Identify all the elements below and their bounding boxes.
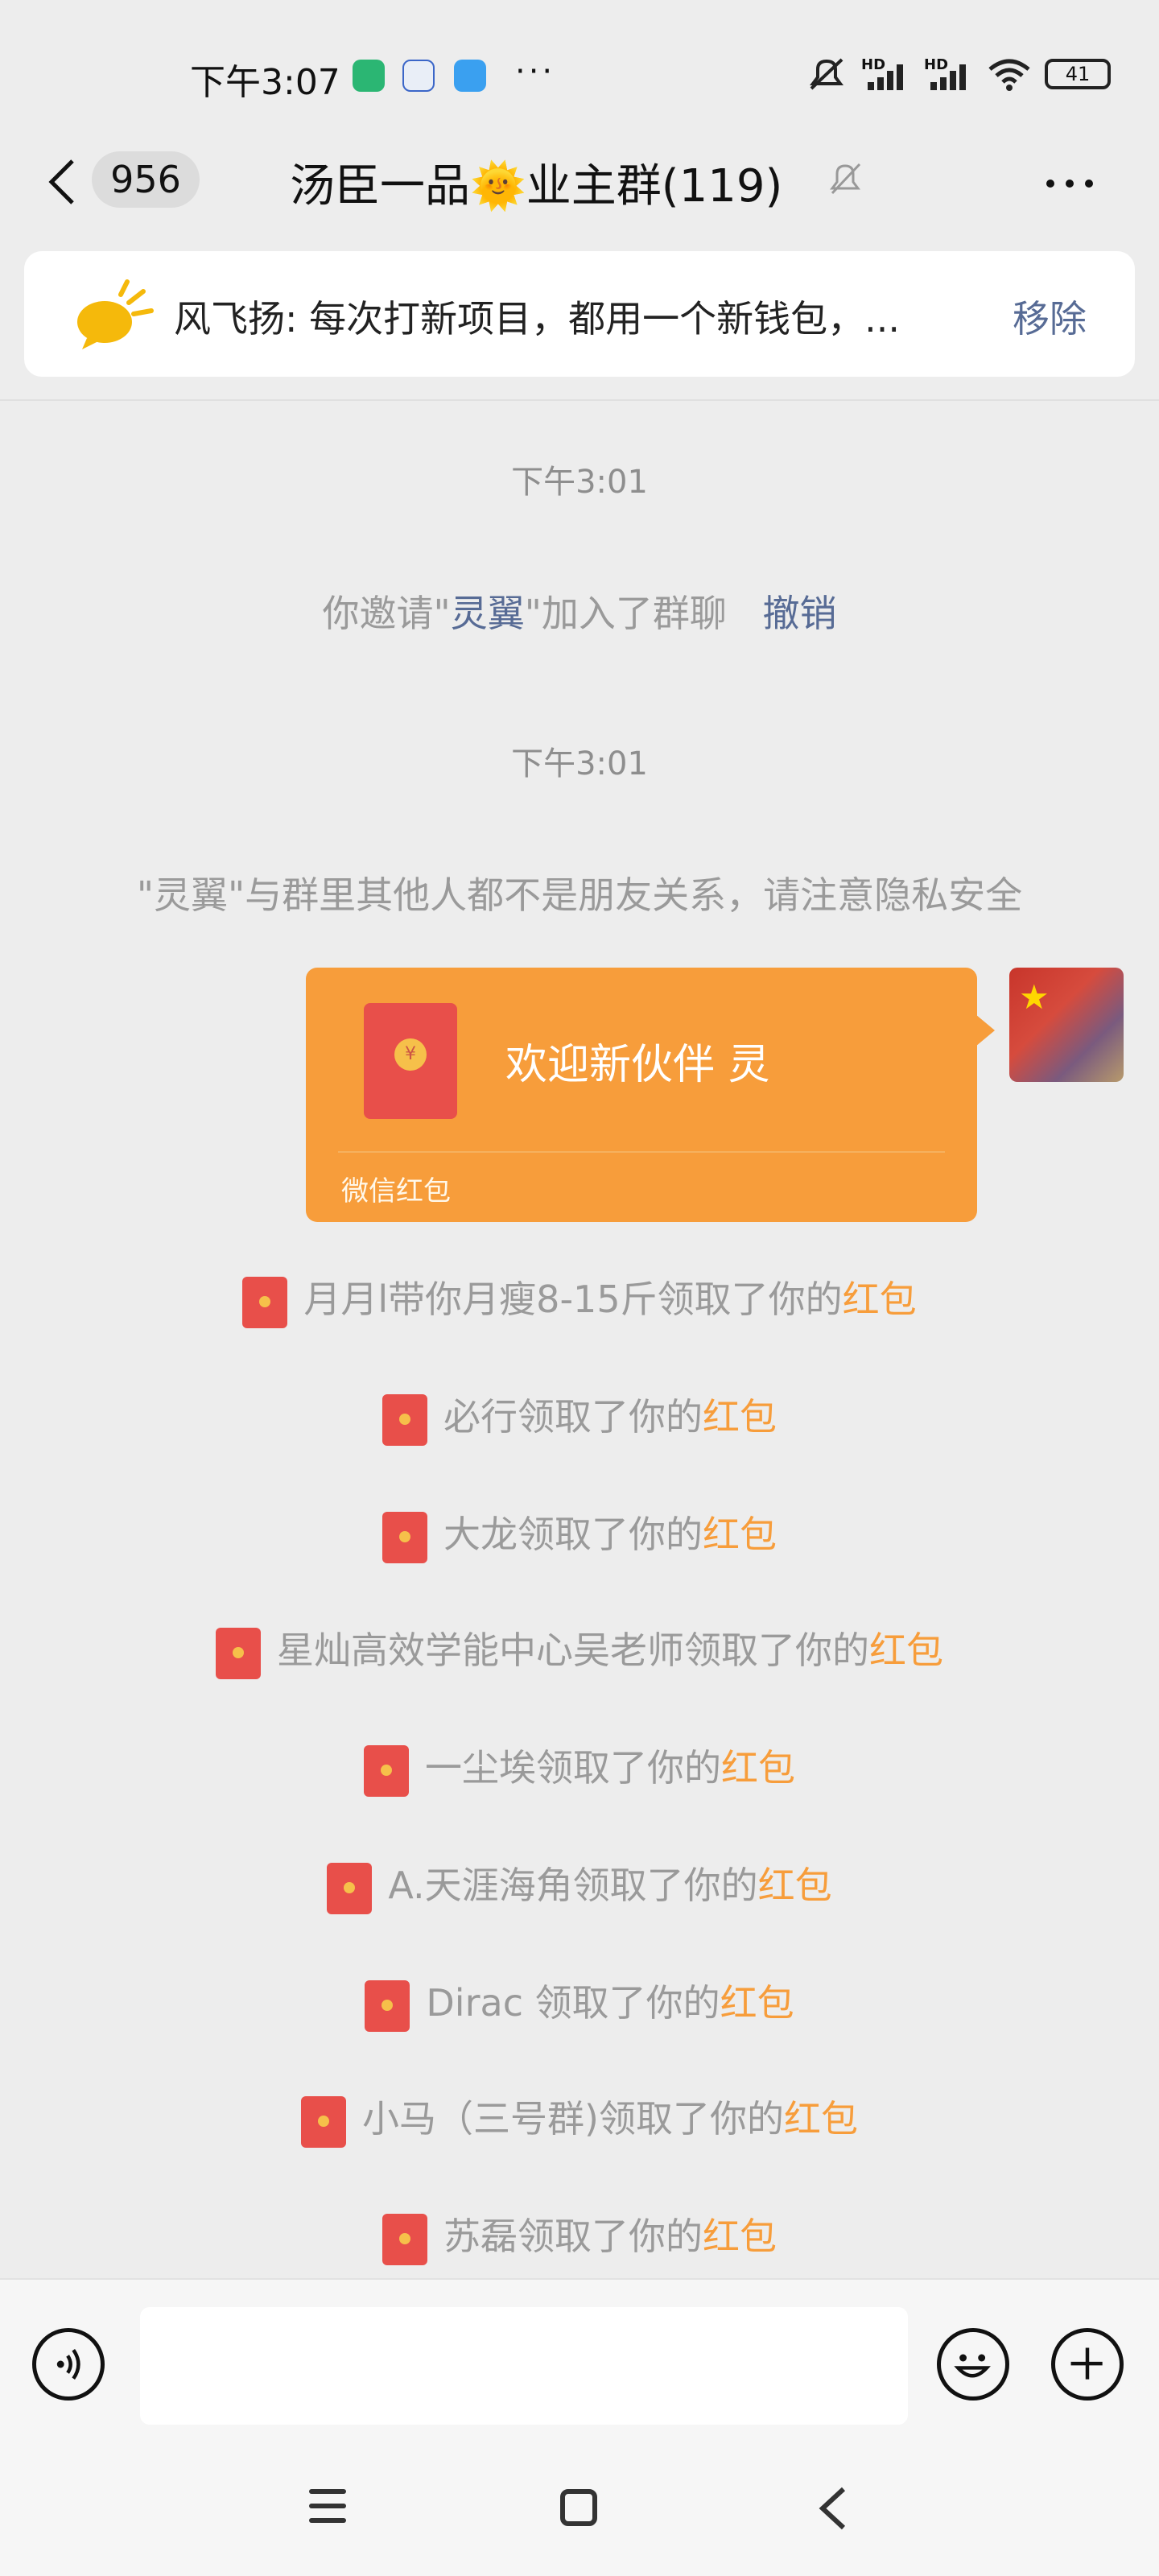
claimer-name: 一尘埃 bbox=[425, 1746, 536, 1790]
wifi-icon bbox=[988, 59, 1030, 91]
shield-app-icon bbox=[353, 60, 385, 92]
mute-bell-icon bbox=[830, 163, 861, 195]
red-packet-footer: 微信红包 bbox=[341, 1175, 451, 1208]
status-bar: 下午3:07 ··· HD HD 41 bbox=[0, 0, 1159, 145]
list-item: 星灿高效学能中心吴老师领取了你的红包 bbox=[0, 1621, 1159, 1679]
claimer-name: Dirac bbox=[426, 1981, 535, 2025]
invite-prefix: 你邀请" bbox=[322, 592, 451, 635]
red-packet-icon bbox=[382, 1393, 427, 1446]
system-nav-bar bbox=[0, 2447, 1159, 2576]
red-packet-link[interactable]: 红包 bbox=[869, 1629, 943, 1672]
red-packet-link[interactable]: 红包 bbox=[703, 1513, 777, 1556]
coin-icon: ¥ bbox=[394, 1038, 427, 1071]
paw-app-icon bbox=[402, 60, 435, 92]
red-packet-link[interactable]: 红包 bbox=[703, 1395, 777, 1439]
claim-text: 领取了你的 bbox=[598, 2097, 784, 2140]
unread-count-badge[interactable]: 956 bbox=[92, 151, 200, 208]
list-item: 一尘埃领取了你的红包 bbox=[0, 1739, 1159, 1797]
red-packet-link[interactable]: 红包 bbox=[720, 1981, 794, 2025]
red-packet-icon bbox=[365, 1979, 410, 2032]
status-time: 下午3:07 bbox=[190, 62, 340, 103]
voice-icon[interactable] bbox=[32, 2328, 105, 2401]
claim-text: 领取了你的 bbox=[536, 1746, 721, 1790]
divider bbox=[0, 399, 1159, 401]
avatar[interactable]: ★ bbox=[1009, 968, 1124, 1082]
signal-icon-2: HD bbox=[924, 56, 974, 92]
red-packet-link[interactable]: 红包 bbox=[721, 1746, 795, 1790]
status-more-icon: ··· bbox=[515, 53, 556, 90]
nav-back-icon[interactable] bbox=[813, 2484, 853, 2533]
list-item: A.天涯海角领取了你的红包 bbox=[0, 1856, 1159, 1914]
red-packet-link[interactable]: 红包 bbox=[703, 2215, 777, 2258]
claimer-name: 大龙 bbox=[443, 1513, 518, 1556]
notice-text: 风飞扬: 每次打新项目，都用一个新钱包，... bbox=[174, 297, 900, 341]
pinned-notice[interactable]: 风飞扬: 每次打新项目，都用一个新钱包，... 移除 bbox=[24, 251, 1135, 377]
red-packet-icon bbox=[364, 1744, 409, 1797]
claimer-name: 必行 bbox=[443, 1395, 518, 1439]
red-packet-link[interactable]: 红包 bbox=[843, 1278, 917, 1321]
red-packet-icon: ¥ bbox=[364, 1003, 457, 1119]
nav-home-icon[interactable] bbox=[560, 2489, 597, 2526]
invite-system-message: 你邀请"灵翼"加入了群聊 撤销 bbox=[0, 584, 1159, 638]
red-packet-icon bbox=[327, 1862, 373, 1914]
claimer-name: 月月l带你月瘦8-15斤 bbox=[303, 1278, 658, 1321]
list-item: 必行领取了你的红包 bbox=[0, 1388, 1159, 1446]
cloud-app-icon bbox=[454, 60, 486, 92]
invite-suffix: "加入了群聊 bbox=[524, 592, 727, 635]
list-item: 小马（三号群)领取了你的红包 bbox=[0, 2090, 1159, 2148]
list-item: 苏磊领取了你的红包 bbox=[0, 2207, 1159, 2265]
red-packet-icon bbox=[216, 1627, 261, 1679]
system-icons: HD HD 41 bbox=[805, 56, 1111, 92]
privacy-system-message: "灵翼"与群里其他人都不是朋友关系，请注意隐私安全 bbox=[136, 873, 1023, 917]
claimer-name: A.天涯海角 bbox=[388, 1864, 573, 1907]
system-timestamp: 下午3:01 bbox=[511, 464, 648, 501]
claimer-name: 星灿高效学能中心吴老师 bbox=[277, 1629, 684, 1672]
red-packet-link[interactable]: 红包 bbox=[784, 2097, 858, 2140]
invite-undo-link[interactable]: 撤销 bbox=[762, 592, 836, 635]
list-item: 月月l带你月瘦8-15斤领取了你的红包 bbox=[0, 1270, 1159, 1328]
claim-text: 领取了你的 bbox=[518, 1395, 703, 1439]
plus-icon[interactable] bbox=[1051, 2328, 1124, 2401]
claim-text: 领取了你的 bbox=[518, 1513, 703, 1556]
list-item: 大龙领取了你的红包 bbox=[0, 1505, 1159, 1563]
system-timestamp: 下午3:01 bbox=[511, 745, 648, 782]
claim-text: 领取了你的 bbox=[684, 1629, 869, 1672]
red-packet-link[interactable]: 红包 bbox=[758, 1864, 832, 1907]
chat-title: 汤臣一品🌞业主群(119) bbox=[290, 160, 783, 213]
nav-menu-icon[interactable] bbox=[309, 2489, 346, 2533]
emoji-icon[interactable] bbox=[937, 2328, 1009, 2401]
claim-text: 领取了你的 bbox=[657, 1278, 843, 1321]
message-input[interactable] bbox=[140, 2307, 908, 2425]
claimer-name: 苏磊 bbox=[443, 2215, 518, 2258]
flag-star-icon: ★ bbox=[1019, 977, 1050, 1017]
red-packet-icon bbox=[242, 1276, 288, 1328]
red-packet-divider bbox=[338, 1151, 945, 1153]
claim-text: 领取了你的 bbox=[518, 2215, 703, 2258]
red-packet-icon bbox=[382, 1511, 427, 1563]
invitee-name-link[interactable]: 灵翼 bbox=[451, 592, 525, 635]
more-icon[interactable] bbox=[1046, 175, 1104, 191]
notice-remove-button[interactable]: 移除 bbox=[1013, 290, 1087, 343]
signal-icon-1: HD bbox=[861, 56, 911, 92]
red-packet-icon bbox=[382, 2213, 427, 2265]
bubble-tail bbox=[975, 1014, 995, 1046]
message-input-bar bbox=[0, 2278, 1159, 2449]
red-packet-icon bbox=[301, 2095, 347, 2148]
claimer-name: 小马（三号群) bbox=[362, 2097, 599, 2140]
notice-speaker-icon bbox=[77, 279, 154, 349]
claim-text: 领取了你的 bbox=[534, 1981, 720, 2025]
red-packet-message[interactable]: ¥ 欢迎新伙伴 灵 微信红包 bbox=[306, 968, 977, 1222]
battery-indicator: 41 bbox=[1045, 59, 1111, 89]
red-packet-title: 欢迎新伙伴 灵 bbox=[505, 1041, 770, 1089]
mute-status-icon bbox=[810, 58, 843, 90]
list-item: Dirac 领取了你的红包 bbox=[0, 1974, 1159, 2032]
claim-text: 领取了你的 bbox=[572, 1864, 758, 1907]
back-icon[interactable] bbox=[47, 158, 79, 206]
